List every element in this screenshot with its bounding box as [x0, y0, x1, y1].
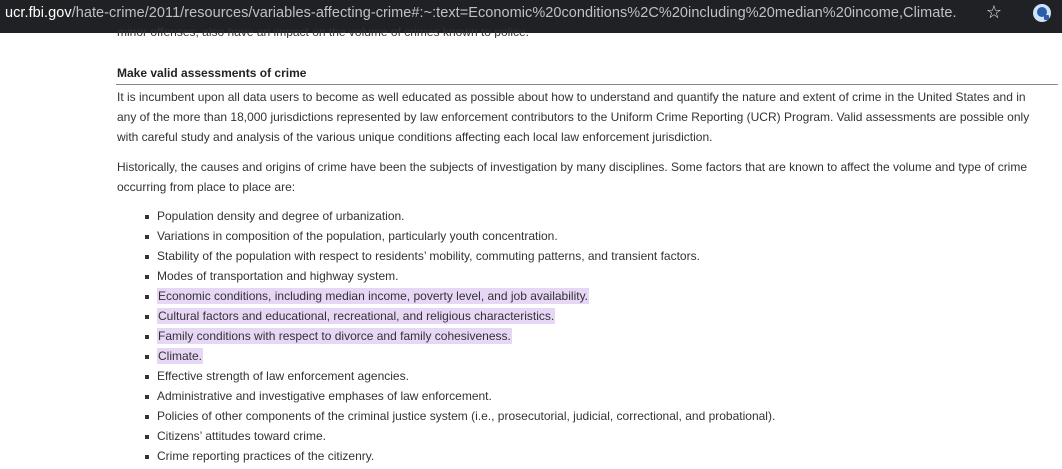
intro-paragraph: It is incumbent upon all data users to b… [117, 90, 1030, 144]
heading-divider [116, 84, 1058, 85]
extension-icon[interactable] [1031, 2, 1053, 24]
list-item: Administrative and investigative emphase… [145, 386, 775, 406]
list-item: Crime reporting practices of the citizen… [145, 446, 775, 466]
list-item: Variations in composition of the populat… [145, 226, 775, 246]
factors-intro-paragraph: Historically, the causes and origins of … [117, 160, 1028, 194]
text-fragment-highlight: Cultural factors and educational, recrea… [157, 308, 556, 324]
list-item-highlighted: Family conditions with respect to divorc… [145, 326, 775, 346]
text-fragment-highlight: Climate. [157, 348, 204, 364]
text-fragment-highlight: Economic conditions, including median in… [157, 288, 590, 304]
list-item: Population density and degree of urbaniz… [145, 206, 775, 226]
list-item: Modes of transportation and highway syst… [145, 266, 775, 286]
star-icon[interactable]: ☆ [984, 3, 1004, 23]
section-heading: Make valid assessments of crime [117, 66, 307, 80]
list-item: Stability of the population with respect… [145, 246, 775, 266]
url-domain: ucr.fbi.gov [5, 5, 72, 21]
list-item-highlighted: Cultural factors and educational, recrea… [145, 306, 775, 326]
address-bar-url[interactable]: ucr.fbi.gov/hate-crime/2011/resources/va… [5, 5, 957, 21]
url-path: /hate-crime/2011/resources/variables-aff… [71, 5, 957, 21]
list-item: Citizens’ attitudes toward crime. [145, 426, 775, 446]
text-fragment-highlight: Family conditions with respect to divorc… [157, 328, 512, 344]
crime-factors-list: Population density and degree of urbaniz… [145, 206, 775, 466]
list-item: Effective strength of law enforcement ag… [145, 366, 775, 386]
clipped-text-line: minor offenses, also have an impact on t… [117, 25, 529, 38]
list-item-highlighted: Climate. [145, 346, 775, 366]
list-item-highlighted: Economic conditions, including median in… [145, 286, 775, 306]
list-item: Policies of other components of the crim… [145, 406, 775, 426]
